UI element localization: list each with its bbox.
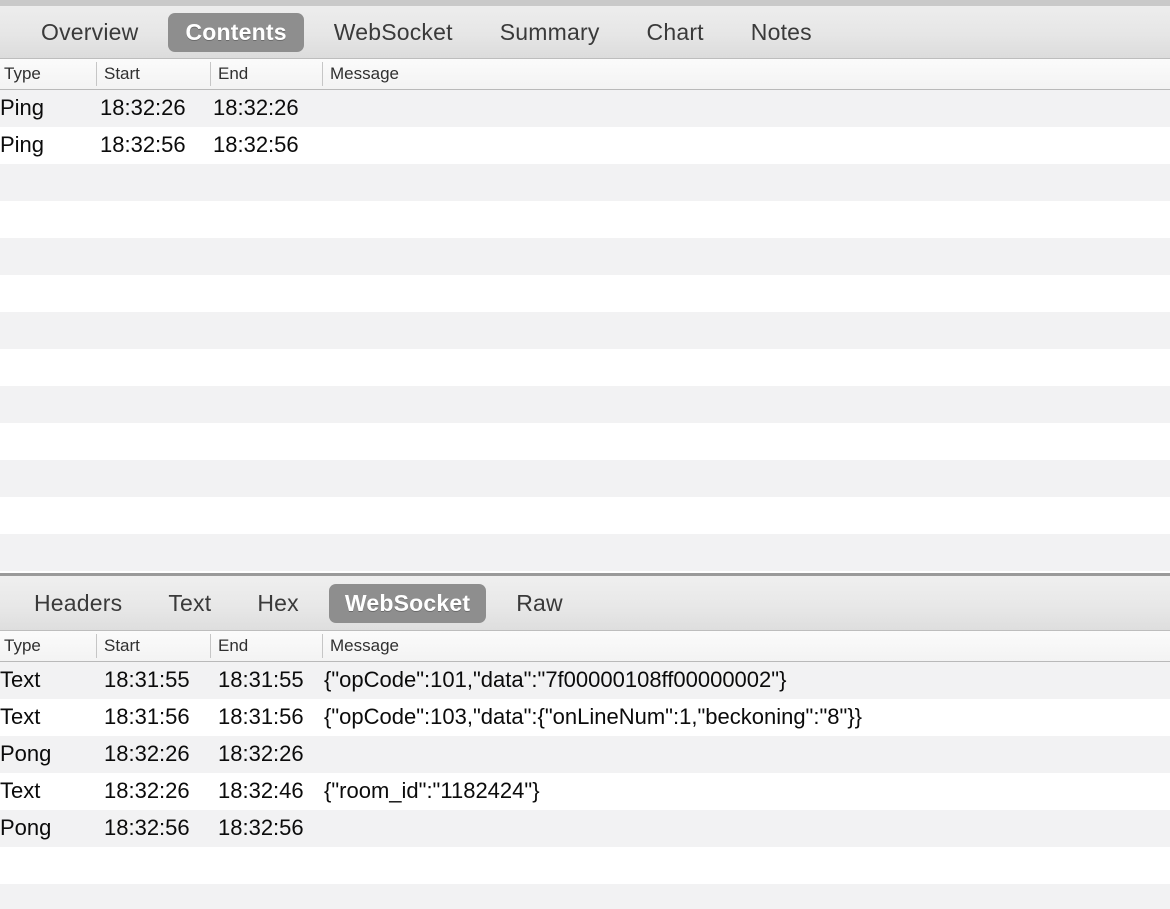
table-row[interactable]: [0, 884, 1170, 909]
cell-start: 18:32:26: [100, 95, 186, 120]
table-row[interactable]: Text 18:31:56 18:31:56 {"opCode":103,"data"…: [0, 699, 1170, 737]
cell-start: 18:32:56: [104, 815, 190, 841]
cell-start: 18:31:55: [104, 667, 190, 693]
cell-type: Ping: [0, 132, 45, 157]
column-separator-3[interactable]: [322, 62, 323, 86]
cell-end: 18:32:56: [213, 132, 299, 157]
cell-type: Text: [0, 704, 41, 730]
cell-end: 18:31:56: [218, 704, 304, 730]
top-column-header: Type Start End Message: [0, 59, 1170, 90]
table-row[interactable]: [0, 238, 1170, 275]
tab-notes[interactable]: Notes: [734, 13, 829, 52]
cell-message: {"opCode":103,"data":{"onLineNum":1,"bec…: [324, 704, 863, 730]
column-header-end[interactable]: End: [218, 64, 248, 84]
cell-type: Text: [0, 667, 41, 693]
bottom-tabbar: Headers Text Hex WebSocket Raw: [0, 576, 1170, 632]
table-row[interactable]: [0, 847, 1170, 885]
column-separator-3[interactable]: [322, 634, 323, 659]
tab-raw[interactable]: Raw: [500, 584, 579, 623]
tab-hex[interactable]: Hex: [241, 584, 315, 623]
table-row[interactable]: [0, 164, 1170, 201]
column-header-start[interactable]: Start: [104, 636, 140, 656]
cell-type: Text: [0, 778, 41, 804]
tab-websocket[interactable]: WebSocket: [317, 13, 470, 52]
cell-start: 18:31:56: [104, 704, 190, 730]
table-row[interactable]: Ping 18:32:56 18:32:56: [0, 127, 1170, 164]
cell-end: 18:31:55: [218, 667, 304, 693]
cell-end: 18:32:56: [218, 815, 304, 841]
cell-end: 18:32:26: [213, 95, 299, 120]
bottom-column-header: Type Start End Message: [0, 631, 1170, 663]
top-message-table[interactable]: Ping 18:32:26 18:32:26 Ping 18:32:56 18:32:56: [0, 90, 1170, 574]
column-header-type[interactable]: Type: [4, 64, 41, 84]
tab-websocket[interactable]: WebSocket: [328, 583, 487, 623]
column-separator-2[interactable]: [210, 634, 211, 659]
bottom-panel: Headers Text Hex WebSocket Raw Type Start End M…: [0, 576, 1170, 909]
table-row[interactable]: [0, 386, 1170, 423]
table-row[interactable]: [0, 275, 1170, 312]
cell-start: 18:32:26: [104, 741, 190, 767]
websocket-inspector-window: Overview Contents WebSocket Summary Chart Not…: [0, 0, 1170, 909]
top-panel: Overview Contents WebSocket Summary Chart Not…: [0, 6, 1170, 574]
table-row[interactable]: [0, 534, 1170, 571]
top-tabbar: Overview Contents WebSocket Summary Chart Not…: [0, 6, 1170, 59]
table-row[interactable]: Text 18:31:55 18:31:55 {"opCode":101,"data"…: [0, 662, 1170, 700]
column-separator-1[interactable]: [96, 634, 97, 659]
table-row[interactable]: Pong 18:32:56 18:32:56: [0, 810, 1170, 848]
tab-headers[interactable]: Headers: [18, 584, 138, 623]
table-row[interactable]: [0, 312, 1170, 349]
cell-message: {"opCode":101,"data":"7f00000108ff000000…: [324, 667, 787, 693]
column-header-message[interactable]: Message: [330, 636, 399, 656]
table-row[interactable]: Pong 18:32:26 18:32:26: [0, 736, 1170, 774]
column-header-start[interactable]: Start: [104, 64, 140, 84]
tab-text[interactable]: Text: [152, 584, 227, 623]
tab-overview[interactable]: Overview: [24, 13, 155, 52]
column-header-message[interactable]: Message: [330, 64, 399, 84]
table-row[interactable]: [0, 423, 1170, 460]
table-row[interactable]: [0, 460, 1170, 497]
cell-type: Pong: [0, 815, 52, 841]
table-row[interactable]: [0, 201, 1170, 238]
tab-contents[interactable]: Contents: [168, 12, 304, 52]
column-separator-2[interactable]: [210, 62, 211, 86]
table-row[interactable]: [0, 497, 1170, 534]
cell-end: 18:32:26: [218, 741, 304, 767]
cell-type: Ping: [0, 95, 45, 120]
column-header-end[interactable]: End: [218, 636, 248, 656]
bottom-message-table[interactable]: Text 18:31:55 18:31:55 {"opCode":101,"data"…: [0, 662, 1170, 909]
cell-start: 18:32:26: [104, 778, 190, 804]
table-row[interactable]: [0, 349, 1170, 386]
cell-message: {"room_id":"1182424"}: [324, 778, 540, 804]
tab-chart[interactable]: Chart: [630, 13, 721, 52]
cell-start: 18:32:56: [100, 132, 186, 157]
cell-type: Pong: [0, 741, 52, 767]
column-separator-1[interactable]: [96, 62, 97, 86]
table-row[interactable]: Text 18:32:26 18:32:46 {"room_id":"1182424"…: [0, 773, 1170, 811]
cell-end: 18:32:46: [218, 778, 304, 804]
table-row[interactable]: Ping 18:32:26 18:32:26: [0, 90, 1170, 127]
column-header-type[interactable]: Type: [4, 636, 41, 656]
tab-summary[interactable]: Summary: [483, 13, 617, 52]
